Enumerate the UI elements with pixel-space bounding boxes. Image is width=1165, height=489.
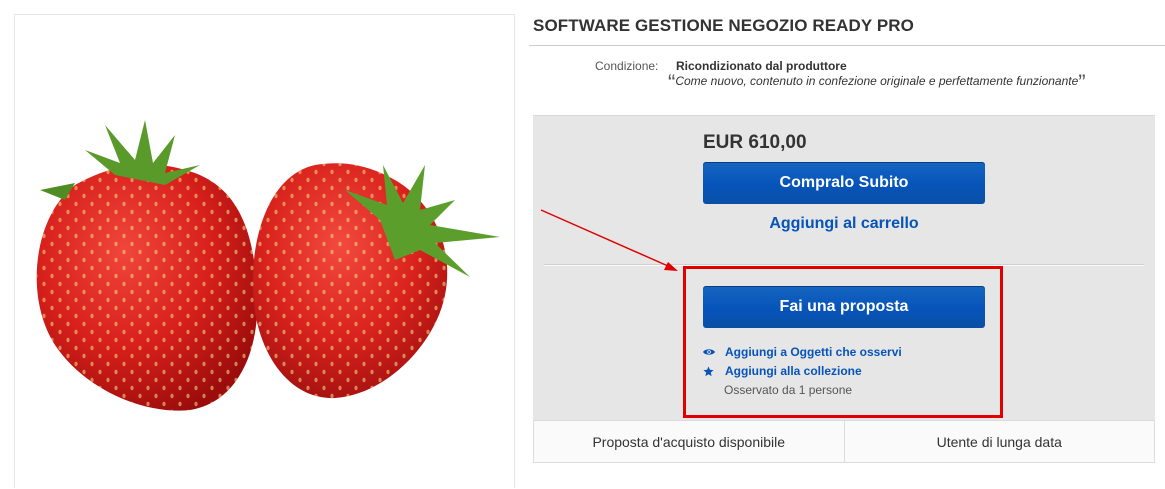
condition-description: Come nuovo, contenuto in confezione orig… [675,74,1079,88]
item-price: EUR 610,00 [703,132,807,153]
feature-longtime-seller: Utente di lunga data [843,421,1155,462]
feature-row: Proposta d'acquisto disponibile Utente d… [533,420,1155,463]
product-image-strawberries [36,120,500,411]
condition-description-block: “Come nuovo, contenuto in confezione ori… [668,72,1086,94]
condition-label: Condizione: [595,59,659,73]
feature-best-offer: Proposta d'acquisto disponibile [592,433,786,450]
condition-value: Ricondizionato dal produttore [676,59,847,73]
close-quote-glyph: ” [1078,70,1086,95]
add-to-cart-link[interactable]: Aggiungi al carrello [703,215,985,233]
product-image-panel[interactable] [14,14,515,488]
buy-now-button[interactable]: Compralo Subito [703,162,985,204]
annotation-highlight-box [683,266,1003,418]
page-title: SOFTWARE GESTIONE NEGOZIO READY PRO [533,16,915,35]
title-divider [529,45,1165,46]
